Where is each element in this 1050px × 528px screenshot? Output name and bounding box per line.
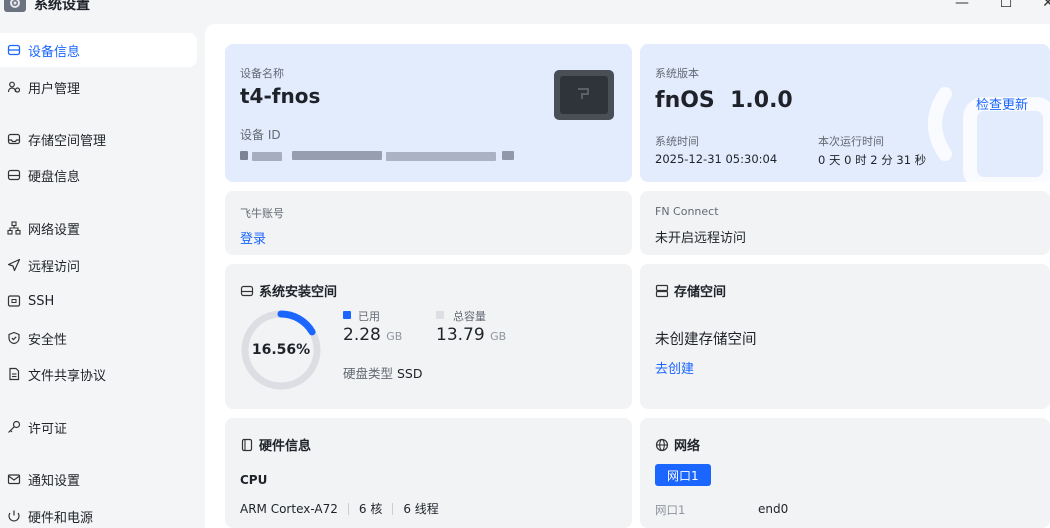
cpu-model: ARM Cortex-A72	[240, 501, 338, 516]
total-legend-swatch	[436, 311, 444, 319]
system-version: fnOS 1.0.0	[655, 88, 793, 113]
sidebar-item-label: 硬盘信息	[28, 169, 81, 185]
sidebar-item-disk[interactable]: 硬盘信息	[0, 158, 197, 192]
disk-type-label: 硬盘类型	[343, 366, 394, 381]
maximize-button[interactable]: ☐	[994, 0, 1018, 12]
globe-icon	[655, 438, 669, 452]
settings-app-icon	[4, 0, 26, 12]
hardware-title: 硬件信息	[240, 435, 311, 454]
used-value: 2.28 GB	[343, 325, 403, 345]
sidebar-item-label: 安全性	[28, 332, 68, 348]
shield-icon	[6, 330, 22, 346]
sidebar-item-label: 存储空间管理	[28, 133, 107, 149]
account-card: 飞牛账号 登录	[225, 191, 632, 255]
check-update-link[interactable]: 检查更新	[976, 94, 1028, 113]
uptime-label: 本次运行时间	[818, 135, 884, 148]
mail-icon	[6, 471, 22, 487]
uptime-value: 0 天 0 时 2 分 31 秒	[818, 153, 927, 167]
remote-icon	[6, 257, 22, 273]
network-title: 网络	[655, 435, 700, 454]
disk-icon	[6, 167, 22, 183]
sidebar-item-ssh[interactable]: SSH	[0, 284, 197, 318]
device-name: t4-fnos	[240, 84, 321, 108]
power-icon	[6, 508, 22, 524]
fn-connect-card: FN Connect 未开启远程访问	[640, 191, 1050, 255]
storage-icon	[655, 284, 669, 298]
device-card: 设备名称 t4-fnos 设备 ID	[225, 44, 632, 182]
window-title: 系统设置	[34, 0, 90, 13]
hardware-icon	[240, 438, 254, 452]
system-time-label: 系统时间	[655, 135, 699, 148]
cpu-details: ARM Cortex-A72 6 核 6 线程	[240, 500, 439, 517]
sidebar-item-network[interactable]: 网络设置	[0, 211, 197, 245]
system-card: 系统版本 fnOS 1.0.0 检查更新 系统时间 2025-12-31 05:…	[640, 44, 1050, 182]
watermark-logo-icon	[928, 87, 1050, 182]
storage-icon	[6, 131, 22, 147]
total-label: 总容量	[453, 310, 486, 323]
sidebar-item-label: SSH	[28, 293, 55, 309]
used-label: 已用	[358, 310, 380, 323]
sidebar-item-file-share[interactable]: 文件共享协议	[0, 357, 197, 391]
storage-empty-text: 未创建存储空间	[655, 332, 757, 348]
network-port-tab[interactable]: 网口1	[655, 464, 711, 486]
sidebar-item-label: 文件共享协议	[28, 368, 107, 384]
device-id-label: 设备 ID	[240, 128, 281, 142]
sidebar-item-users[interactable]: 用户管理	[0, 70, 197, 104]
storage-card: 存储空间 未创建存储空间 去创建	[640, 264, 1050, 409]
fn-connect-status: 未开启远程访问	[655, 231, 747, 246]
cpu-label: CPU	[240, 473, 268, 487]
users-icon	[6, 79, 22, 95]
disk-type-row: 硬盘类型 SSD	[343, 363, 423, 382]
sidebar-item-label: 用户管理	[28, 81, 81, 97]
used-legend-swatch	[343, 311, 351, 319]
sidebar-item-label: 远程访问	[28, 259, 81, 275]
device-icon	[6, 42, 22, 58]
storage-title: 存储空间	[655, 281, 726, 300]
sidebar-item-label: 硬件和电源	[28, 510, 94, 526]
sidebar-item-remote[interactable]: 远程访问	[0, 248, 197, 282]
ssh-icon	[6, 293, 22, 309]
sidebar-item-license[interactable]: 许可证	[0, 410, 197, 444]
usage-percent: 16.56%	[251, 342, 311, 358]
sidebar-item-label: 通知设置	[28, 473, 81, 489]
sidebar: 设备信息 用户管理 存储空间管理 硬盘信息 网络设置 远程访问 SSH 安全性 …	[0, 24, 205, 528]
device-name-label: 设备名称	[240, 67, 284, 80]
cpu-threads: 6 线程	[403, 502, 439, 516]
install-space-card: 系统安装空间 16.56% 已用 2.28 GB 总容量 13.79 GB 硬盘…	[225, 264, 632, 409]
port-value: end0	[758, 502, 789, 516]
cpu-cores: 6 核	[358, 502, 383, 516]
sidebar-item-notifications[interactable]: 通知设置	[0, 462, 197, 496]
sidebar-item-label: 设备信息	[28, 44, 81, 60]
key-icon	[6, 419, 22, 435]
install-space-title: 系统安装空间	[240, 281, 337, 300]
sidebar-item-device-info[interactable]: 设备信息	[0, 33, 197, 67]
login-link[interactable]: 登录	[240, 228, 266, 247]
account-label: 飞牛账号	[240, 207, 284, 220]
disk-icon	[240, 284, 254, 298]
title-bar: 系统设置 — ☐ ✕	[0, 0, 1050, 24]
fn-connect-label: FN Connect	[655, 205, 719, 218]
file-share-icon	[6, 366, 22, 382]
sidebar-item-hardware-power[interactable]: 硬件和电源	[0, 499, 197, 528]
create-storage-link[interactable]: 去创建	[655, 358, 694, 377]
sidebar-item-label: 许可证	[28, 421, 68, 437]
close-button[interactable]: ✕	[1036, 0, 1050, 12]
network-icon	[6, 220, 22, 236]
disk-type-value: SSD	[397, 366, 423, 381]
sidebar-item-security[interactable]: 安全性	[0, 321, 197, 355]
network-card: 网络 网口1 网口1 end0	[640, 418, 1050, 528]
minimize-button[interactable]: —	[950, 0, 974, 12]
sidebar-item-storage[interactable]: 存储空间管理	[0, 122, 197, 156]
port-label: 网口1	[655, 503, 686, 517]
total-value: 13.79 GB	[436, 325, 507, 345]
system-version-label: 系统版本	[655, 67, 699, 80]
device-id-redacted	[240, 150, 530, 162]
sidebar-item-label: 网络设置	[28, 222, 81, 238]
hardware-card: 硬件信息 CPU ARM Cortex-A72 6 核 6 线程	[225, 418, 632, 528]
system-time: 2025-12-31 05:30:04	[655, 152, 778, 166]
main-panel: 设备名称 t4-fnos 设备 ID 系统版本 fnOS 1.0.0 检查更新 …	[205, 24, 1050, 528]
nas-device-icon	[554, 70, 614, 120]
